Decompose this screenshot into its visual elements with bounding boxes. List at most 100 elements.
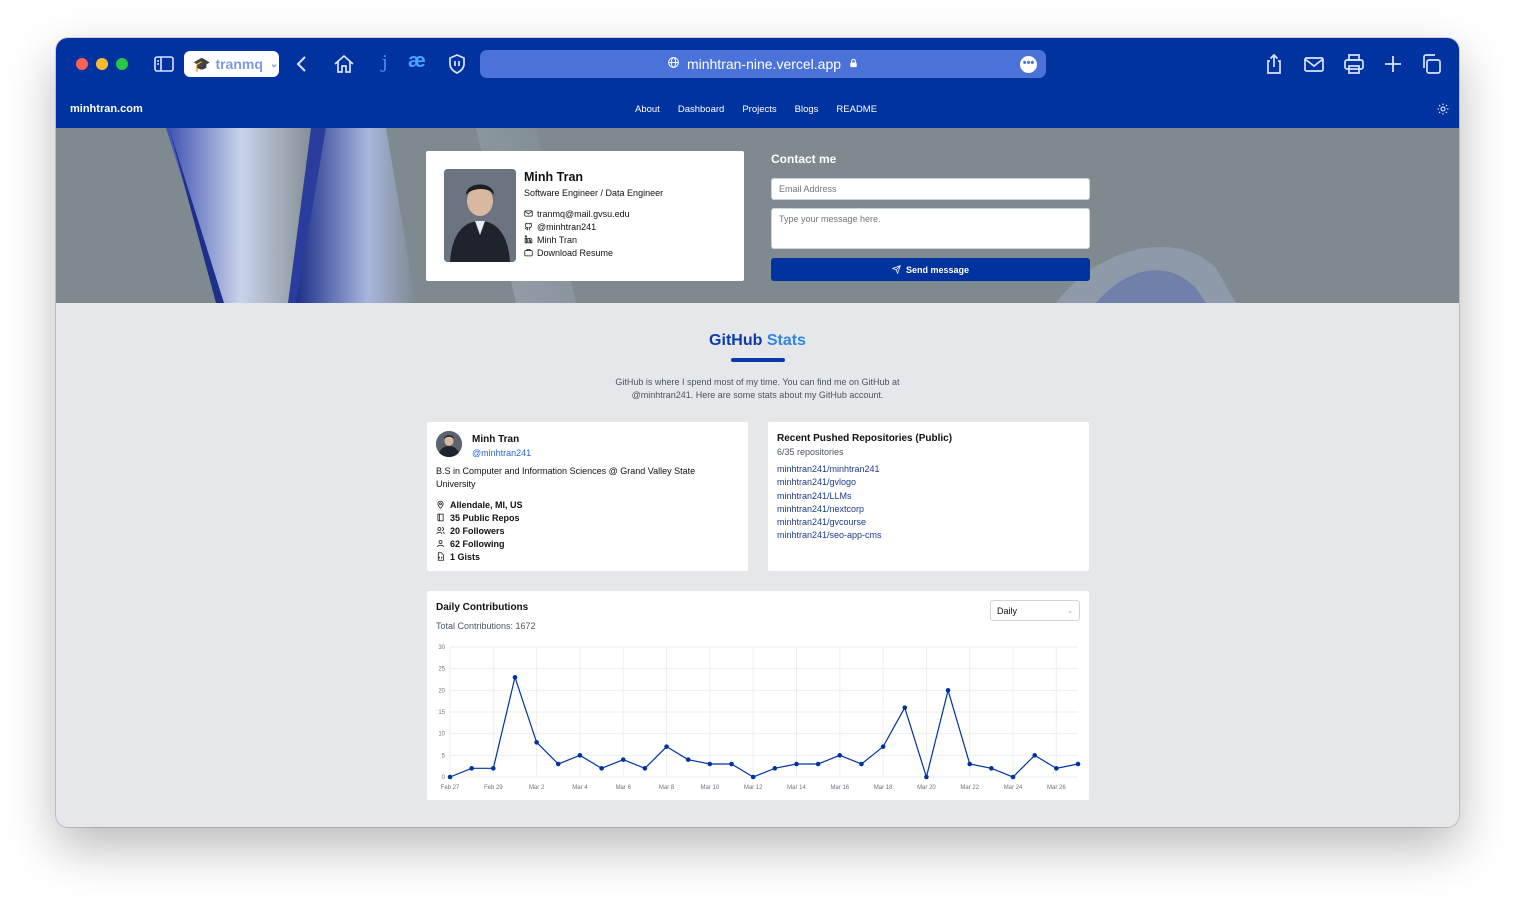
x-tick-label: Mar 26	[1047, 785, 1066, 791]
nav-link-about[interactable]: About	[635, 104, 660, 115]
y-tick-label: 0	[442, 775, 446, 781]
contribution-data-point	[469, 766, 474, 771]
contributions-title: Daily Contributions	[436, 602, 529, 613]
browser-window: 🎓 tranmq ⌄ j æ minhtran-nine.vercel.app …	[56, 38, 1459, 827]
contribution-data-point	[664, 744, 669, 749]
contribution-data-point	[555, 761, 561, 767]
share-icon[interactable]	[1262, 52, 1286, 76]
sidebar-toggle-icon[interactable]	[152, 52, 176, 76]
profile-resume-row[interactable]: Download Resume	[524, 246, 630, 259]
heading-underline	[731, 358, 785, 362]
contribution-data-point	[642, 766, 648, 771]
tab-group-selector[interactable]: 🎓 tranmq ⌄	[184, 51, 279, 77]
contribution-data-point	[1032, 753, 1037, 758]
nav-links: About Dashboard Projects Blogs README	[635, 104, 877, 115]
github-stats-description: GitHub is where I spend most of my time.…	[615, 377, 900, 400]
repo-link[interactable]: minhtran241/minhtran241	[777, 464, 882, 477]
contribution-data-point	[902, 705, 908, 710]
x-tick-label: Mar 20	[917, 785, 936, 791]
tab-overview-icon[interactable]	[1419, 52, 1443, 76]
github-avatar	[436, 431, 462, 457]
repo-link[interactable]: minhtran241/gvlogo	[777, 477, 882, 490]
hero-background-art	[56, 128, 1459, 303]
contributions-series-line	[449, 675, 1079, 780]
y-tick-label: 25	[438, 667, 445, 673]
theme-toggle-sun-icon[interactable]	[1437, 102, 1449, 115]
zoom-window-button[interactable]	[116, 58, 128, 70]
profile-name: Minh Tran	[524, 170, 584, 184]
back-arrow-icon[interactable]	[290, 52, 314, 76]
repo-link[interactable]: minhtran241/seo-app-cms	[777, 530, 882, 543]
github-user-handle[interactable]: @minhtran241	[472, 448, 531, 458]
message-field[interactable]	[771, 208, 1090, 249]
recent-repos-count: 6/35 repositories	[777, 447, 844, 457]
contribution-data-point	[685, 757, 691, 762]
extension-j-icon[interactable]: j	[382, 52, 388, 73]
nav-link-blogs[interactable]: Blogs	[795, 104, 819, 115]
stat-location-text: Allendale, MI, US	[450, 499, 523, 510]
chevron-down-icon: ⌄	[1067, 607, 1073, 615]
profile-email-row[interactable]: tranmq@mail.gvsu.edu	[524, 207, 630, 220]
github-stats-heading-word1: GitHub	[709, 332, 763, 349]
new-tab-plus-icon[interactable]	[1381, 52, 1405, 76]
send-icon	[891, 265, 901, 274]
shield-extension-icon[interactable]	[445, 52, 469, 76]
stat-gists: 1 Gists	[436, 550, 523, 563]
home-icon[interactable]	[332, 52, 356, 76]
profile-photo	[444, 169, 516, 262]
extension-ae-icon[interactable]: æ	[408, 50, 426, 73]
profile-email: tranmq@mail.gvsu.edu	[537, 208, 630, 219]
stat-followers: 20 Followers	[436, 524, 523, 537]
github-user-name: Minh Tran	[472, 434, 520, 445]
x-tick-label: Mar 12	[744, 785, 763, 791]
mail-icon[interactable]	[1302, 52, 1326, 76]
lock-icon	[848, 56, 859, 72]
x-tick-label: Mar 2	[529, 785, 545, 791]
x-tick-label: Mar 6	[616, 785, 632, 791]
profile-linkedin: Minh Tran	[537, 234, 578, 245]
contribution-data-point	[599, 766, 604, 771]
download-resume-link: Download Resume	[537, 247, 614, 258]
x-tick-label: Mar 22	[960, 785, 979, 791]
y-tick-label: 15	[438, 710, 445, 716]
minimize-window-button[interactable]	[96, 58, 108, 70]
y-tick-label: 5	[442, 753, 446, 759]
mail-icon	[524, 210, 533, 217]
nav-link-dashboard[interactable]: Dashboard	[678, 104, 724, 115]
briefcase-icon	[524, 249, 533, 257]
more-options-icon[interactable]: •••	[1020, 56, 1037, 73]
profile-github-row[interactable]: @minhtran241	[524, 220, 630, 233]
github-user-card: Minh Tran @minhtran241 B.S in Computer a…	[427, 422, 748, 571]
contribution-data-point	[620, 757, 626, 762]
github-user-bio: B.S in Computer and Information Sciences…	[436, 466, 696, 489]
print-icon[interactable]	[1342, 52, 1366, 76]
stat-repos: 35 Public Repos	[436, 511, 523, 524]
github-stats-heading: GitHub Stats	[56, 332, 1459, 350]
profile-linkedin-row[interactable]: Minh Tran	[524, 233, 630, 246]
period-select[interactable]: Daily ⌄	[990, 600, 1080, 621]
address-bar[interactable]: minhtran-nine.vercel.app •••	[480, 50, 1046, 78]
contribution-data-point	[1054, 766, 1059, 771]
site-brand-link[interactable]: minhtran.com	[70, 103, 143, 115]
repo-link[interactable]: minhtran241/LLMs	[777, 491, 882, 504]
contributions-total: Total Contributions: 1672	[436, 621, 536, 631]
contribution-data-point	[794, 761, 799, 767]
recent-repos-card: Recent Pushed Repositories (Public) 6/35…	[768, 422, 1089, 571]
x-tick-label: Feb 29	[484, 785, 503, 791]
repo-link[interactable]: minhtran241/gvcourse	[777, 517, 882, 530]
close-window-button[interactable]	[76, 58, 88, 70]
contribution-data-point	[729, 761, 734, 767]
x-tick-label: Mar 8	[659, 785, 675, 791]
repo-link[interactable]: minhtran241/nextcorp	[777, 504, 882, 517]
nav-link-projects[interactable]: Projects	[742, 104, 776, 115]
send-message-button[interactable]: Send message	[771, 258, 1090, 281]
book-icon	[437, 513, 444, 522]
contribution-data-point	[945, 688, 951, 693]
nav-link-readme[interactable]: README	[836, 104, 877, 115]
recent-repos-list: minhtran241/minhtran241 minhtran241/gvlo…	[777, 464, 882, 544]
daily-contributions-card: 0 5 10 15 20 25 30 Feb 27 Feb 29 Mar 2 Mar 4 Mar 6 M…	[427, 591, 1089, 800]
stat-gists-text: 1 Gists	[450, 551, 481, 562]
email-field[interactable]	[771, 178, 1090, 200]
linkedin-icon	[524, 235, 533, 244]
contribution-data-point	[815, 761, 821, 767]
